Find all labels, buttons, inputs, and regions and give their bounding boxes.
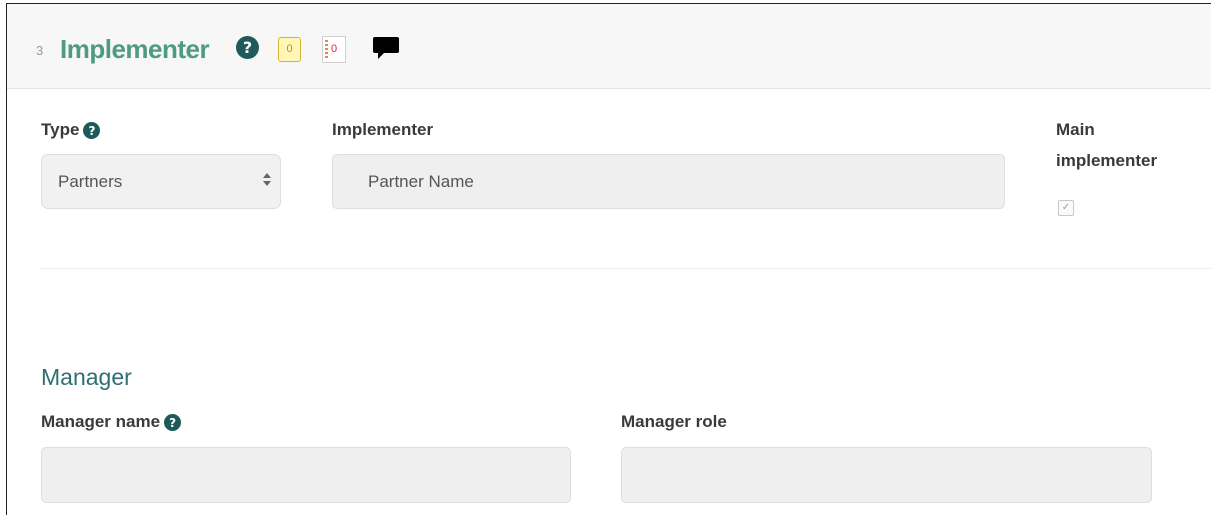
manager-role-input[interactable] <box>621 447 1152 503</box>
main-implementer-label-line1: Main <box>1056 120 1095 139</box>
manager-name-label-text: Manager name <box>41 412 161 431</box>
section-divider <box>40 268 1211 269</box>
type-select[interactable]: Partners <box>41 154 281 209</box>
comment-icon[interactable] <box>373 37 399 59</box>
manager-role-field-label: Manager role <box>621 412 727 431</box>
manager-name-field-label: Manager name? <box>41 412 182 432</box>
section-title: Implementer <box>60 34 210 64</box>
red-count-badge[interactable]: 0 <box>322 36 346 63</box>
main-implementer-label-line2: implementer <box>1056 151 1158 170</box>
select-arrows-icon <box>263 173 271 189</box>
help-icon[interactable]: ? <box>236 36 259 59</box>
manager-name-input[interactable] <box>41 447 571 503</box>
manager-subsection-title: Manager <box>41 364 132 390</box>
implementer-input[interactable]: Partner Name <box>332 154 1005 209</box>
main-implementer-checkbox[interactable]: ✓ <box>1058 200 1074 216</box>
type-field-label: Type? <box>41 120 101 140</box>
implementer-field-label: Implementer <box>332 120 434 139</box>
type-label-text: Type <box>41 120 80 139</box>
help-icon[interactable]: ? <box>83 122 101 140</box>
help-icon[interactable]: ? <box>164 414 182 432</box>
type-select-value: Partners <box>58 172 123 191</box>
yellow-count-badge[interactable]: 0 <box>278 37 301 62</box>
section-number: 3 <box>36 43 44 58</box>
implementer-input-value: Partner Name <box>368 172 474 191</box>
